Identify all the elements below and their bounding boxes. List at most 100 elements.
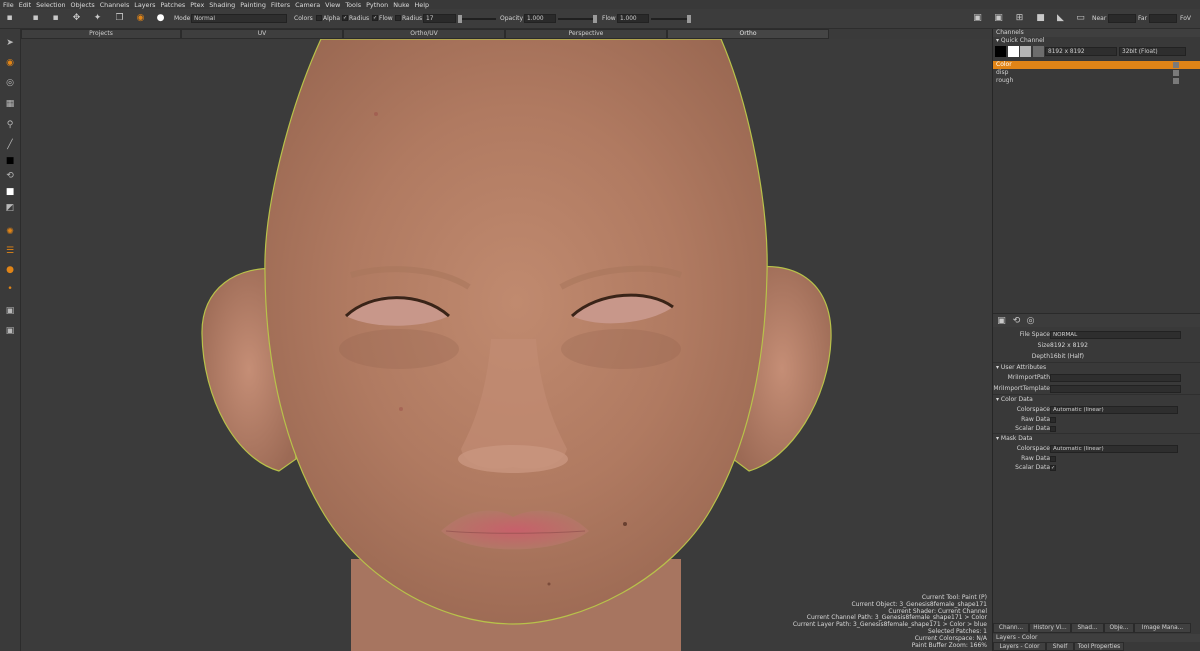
menu-layers[interactable]: Layers: [134, 1, 155, 9]
menu-filters[interactable]: Filters: [271, 1, 290, 9]
channel-row-rough[interactable]: rough: [993, 77, 1200, 85]
patch-tool-icon[interactable]: ✥: [71, 13, 82, 24]
file-space-select[interactable]: NORMAL: [1050, 331, 1181, 339]
tab-tool-properties[interactable]: Tool Properties: [1074, 642, 1124, 651]
quick-channel-black-swatch[interactable]: [995, 46, 1006, 57]
brush-editor-icon[interactable]: ✺: [4, 226, 16, 238]
menu-shading[interactable]: Shading: [209, 1, 235, 9]
channel-row-color[interactable]: Color: [993, 61, 1200, 69]
menu-objects[interactable]: Objects: [71, 1, 95, 9]
tab-ortho[interactable]: Ortho: [667, 29, 829, 39]
duplicate-icon[interactable]: ❐: [114, 13, 125, 24]
tab-projects[interactable]: Projects: [21, 29, 181, 39]
cube-icon[interactable]: ■: [1035, 13, 1046, 24]
open-scene-icon[interactable]: ▪: [30, 13, 41, 24]
select-tool-icon[interactable]: ➤: [4, 37, 16, 49]
menu-painting[interactable]: Painting: [240, 1, 266, 9]
tab-objects[interactable]: Obje...: [1104, 623, 1134, 633]
foreground-color-swatch[interactable]: ■: [4, 155, 16, 167]
viewport[interactable]: Current Tool: Paint (P) Current Object: …: [21, 39, 992, 651]
resolution-select[interactable]: 8192 x 8192: [1045, 47, 1117, 56]
quick-channel-header[interactable]: ▾ Quick Channel: [993, 37, 1200, 45]
mri-import-template-field[interactable]: [1050, 385, 1181, 393]
bake-buffer-icon[interactable]: ▣: [4, 325, 16, 337]
opacity-slider-handle[interactable]: [593, 15, 597, 23]
reset-colors-icon[interactable]: ◩: [4, 202, 16, 214]
stencil-icon[interactable]: ☰: [4, 245, 16, 257]
menu-channels[interactable]: Channels: [100, 1, 130, 9]
near-field[interactable]: [1108, 14, 1136, 23]
menu-ptex[interactable]: Ptex: [190, 1, 204, 9]
menu-camera[interactable]: Camera: [295, 1, 320, 9]
scalar-data-checkbox[interactable]: [1050, 426, 1056, 432]
quick-channel-checker-swatch[interactable]: [1033, 46, 1044, 57]
radius-field[interactable]: 17: [423, 14, 456, 23]
mask-data-section[interactable]: ▾ Mask Data: [993, 433, 1200, 443]
mri-import-path-field[interactable]: [1050, 374, 1181, 382]
small-brush-icon[interactable]: •: [4, 283, 16, 295]
frame-icon[interactable]: ▭: [1075, 13, 1086, 24]
tab-uv[interactable]: UV: [181, 29, 343, 39]
color-data-section[interactable]: ▾ Color Data: [993, 394, 1200, 404]
tab-shaders[interactable]: Shad...: [1071, 623, 1104, 633]
radius-slider[interactable]: [458, 18, 496, 20]
mask-colorspace-select[interactable]: Automatic (linear): [1050, 445, 1178, 453]
flow-checkbox[interactable]: ✓: [372, 15, 378, 21]
camera-icon[interactable]: ▣: [972, 13, 983, 24]
flow-slider-handle[interactable]: [687, 15, 691, 23]
channel-visibility-icon[interactable]: [1173, 70, 1179, 76]
flip-icon[interactable]: ◣: [1055, 13, 1066, 24]
channel-visibility-icon[interactable]: [1173, 78, 1179, 84]
opacity-field[interactable]: 1.000: [524, 14, 556, 23]
tab-image-manager[interactable]: Image Mana...: [1134, 623, 1191, 633]
quick-channel-gray-swatch[interactable]: [1020, 46, 1031, 57]
opacity-slider[interactable]: [558, 18, 596, 20]
new-scene-icon[interactable]: ▪: [4, 13, 15, 24]
grid-tool-icon[interactable]: ▦: [4, 98, 16, 110]
menu-python[interactable]: Python: [366, 1, 388, 9]
paint-tool-icon[interactable]: ◉: [4, 57, 16, 69]
mask-raw-data-checkbox[interactable]: [1050, 456, 1056, 462]
menu-help[interactable]: Help: [414, 1, 429, 9]
menu-selection[interactable]: Selection: [36, 1, 65, 9]
brush-icon[interactable]: ●: [155, 13, 166, 24]
flow-field[interactable]: 1.000: [617, 14, 649, 23]
user-attributes-section[interactable]: ▾ User Attributes: [993, 362, 1200, 372]
raw-data-checkbox[interactable]: [1050, 417, 1056, 423]
bit-depth-select[interactable]: 32bit (Float): [1119, 47, 1186, 56]
tab-ortho-uv[interactable]: Ortho/UV: [343, 29, 505, 39]
menu-nuke[interactable]: Nuke: [393, 1, 409, 9]
swap-colors-icon[interactable]: ⟲: [4, 170, 16, 182]
radius-slider-handle[interactable]: [458, 15, 462, 23]
menu-patches[interactable]: Patches: [160, 1, 185, 9]
menu-edit[interactable]: Edit: [19, 1, 31, 9]
grid-icon[interactable]: ⊞: [1014, 13, 1025, 24]
paint-target-icon[interactable]: ◉: [135, 13, 146, 24]
menu-view[interactable]: View: [325, 1, 340, 9]
tab-history-view[interactable]: History Vi...: [1029, 623, 1071, 633]
help-icon[interactable]: ◎: [1025, 316, 1036, 327]
save-scene-icon[interactable]: ▪: [50, 13, 61, 24]
zoom-tool-icon[interactable]: ⚲: [4, 119, 16, 131]
snapshot-icon[interactable]: ▣: [993, 13, 1004, 24]
properties-icon[interactable]: ▣: [996, 316, 1007, 327]
alpha-checkbox[interactable]: [316, 15, 322, 21]
flow-slider[interactable]: [651, 18, 691, 20]
background-color-swatch[interactable]: ■: [4, 186, 16, 198]
far-field[interactable]: [1149, 14, 1177, 23]
paint-buffer-icon[interactable]: ●: [4, 264, 16, 276]
mask-scalar-data-checkbox[interactable]: ✓: [1050, 465, 1056, 471]
colorspace-select[interactable]: Automatic (linear): [1050, 406, 1178, 414]
tab-shelf[interactable]: Shelf: [1046, 642, 1074, 651]
transform-icon[interactable]: ✦: [92, 13, 103, 24]
eyedropper-icon[interactable]: ╱: [4, 139, 16, 151]
clear-buffer-icon[interactable]: ▣: [4, 305, 16, 317]
quick-channel-white-swatch[interactable]: [1008, 46, 1019, 57]
tab-channels[interactable]: Chann...: [993, 623, 1029, 633]
tab-layers-color[interactable]: Layers - Color: [993, 642, 1046, 651]
radius-checkbox[interactable]: ✓: [342, 15, 348, 21]
erase-tool-icon[interactable]: ◎: [4, 77, 16, 89]
mode-select[interactable]: Normal: [191, 14, 287, 23]
tab-perspective[interactable]: Perspective: [505, 29, 667, 39]
channel-row-disp[interactable]: disp: [993, 69, 1200, 77]
